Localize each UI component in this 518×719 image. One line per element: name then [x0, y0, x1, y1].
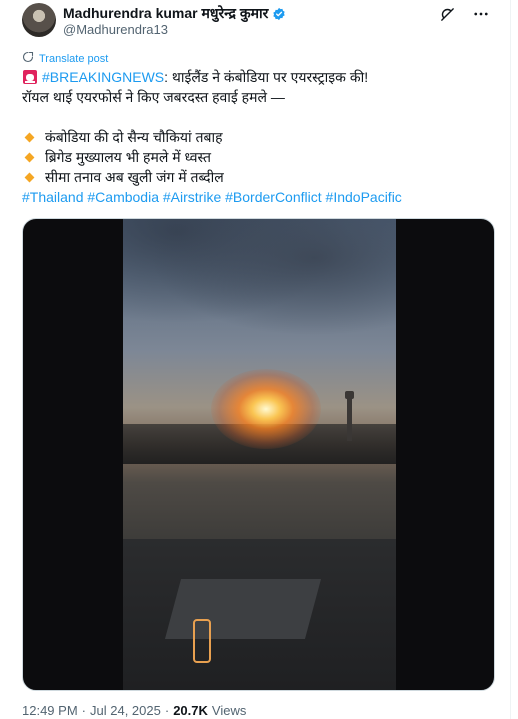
post-meta: 12:49 PM · Jul 24, 2025 · 20.7K Views — [22, 703, 246, 718]
hashtag-airstrike[interactable]: #Airstrike — [163, 189, 221, 205]
author-line: Madhurendra kumar मधुरेन्द्र कुमार — [63, 4, 286, 23]
avatar[interactable] — [22, 3, 56, 37]
bullet-text: कंबोडिया की दो सैन्य चौकियां तबाह — [45, 129, 223, 145]
tweet-card: Madhurendra kumar मधुरेन्द्र कुमार @Madh… — [0, 0, 511, 719]
rooftop — [164, 579, 322, 639]
tower — [347, 395, 352, 441]
bullet-item: ब्रिगेड मुख्यालय भी हमले में ध्वस्त — [22, 147, 492, 167]
bullet-text: ब्रिगेड मुख्यालय भी हमले में ध्वस्त — [45, 149, 211, 165]
hashtag-cambodia[interactable]: #Cambodia — [87, 189, 159, 205]
video-player[interactable] — [22, 218, 495, 691]
hashtag-indopacific[interactable]: #IndoPacific — [326, 189, 402, 205]
video-frame — [123, 219, 396, 690]
post-text: #BREAKINGNEWS: थाईलैंड ने कंबोडिया पर एय… — [22, 67, 492, 207]
hashtag-line: #Thailand #Cambodia #Airstrike #BorderCo… — [22, 187, 492, 207]
views-count: 20.7K — [173, 703, 208, 718]
diamond-bullet-icon — [24, 172, 35, 182]
header-actions — [438, 5, 490, 23]
translate-post-link[interactable]: Translate post — [22, 51, 108, 66]
diamond-bullet-icon — [24, 152, 35, 162]
post-date[interactable]: Jul 24, 2025 — [90, 703, 161, 718]
sky-clouds — [123, 219, 396, 349]
breaking-news-hashtag[interactable]: #BREAKINGNEWS — [42, 69, 164, 85]
bullet-item: सीमा तनाव अब खुली जंग में तब्दील — [22, 167, 492, 187]
bullet-text: सीमा तनाव अब खुली जंग में तब्दील — [45, 169, 224, 185]
meta-separator: · — [164, 703, 170, 718]
post-line-2: रॉयल थाई एयरफोर्स ने किए जबरदस्त हवाई हम… — [22, 89, 285, 105]
neon-sign — [193, 619, 211, 663]
diamond-bullet-icon — [24, 132, 35, 142]
explosion-fireball — [211, 369, 321, 449]
views-label: Views — [211, 703, 247, 718]
hashtag-borderconflict[interactable]: #BorderConflict — [225, 189, 322, 205]
author-handle[interactable]: @Madhurendra13 — [63, 22, 168, 37]
grok-icon[interactable] — [438, 5, 456, 23]
meta-separator: · — [81, 703, 86, 718]
translate-icon — [22, 51, 34, 66]
bullet-item: कंबोडिया की दो सैन्य चौकियां तबाह — [22, 127, 492, 147]
tweet-header: Madhurendra kumar मधुरेन्द्र कुमार @Madh… — [22, 3, 490, 43]
siren-icon — [22, 69, 38, 85]
post-line-1-text: : थाईलैंड ने कंबोडिया पर एयरस्ट्राइक की! — [164, 69, 369, 85]
author-name[interactable]: Madhurendra kumar मधुरेन्द्र कुमार — [63, 4, 268, 23]
hashtag-thailand[interactable]: #Thailand — [22, 189, 84, 205]
verified-badge-icon — [272, 7, 286, 21]
more-icon[interactable] — [472, 5, 490, 23]
post-time[interactable]: 12:49 PM — [22, 703, 78, 718]
post-line-1: #BREAKINGNEWS: थाईलैंड ने कंबोडिया पर एय… — [22, 67, 492, 87]
translate-post-label: Translate post — [39, 52, 109, 65]
